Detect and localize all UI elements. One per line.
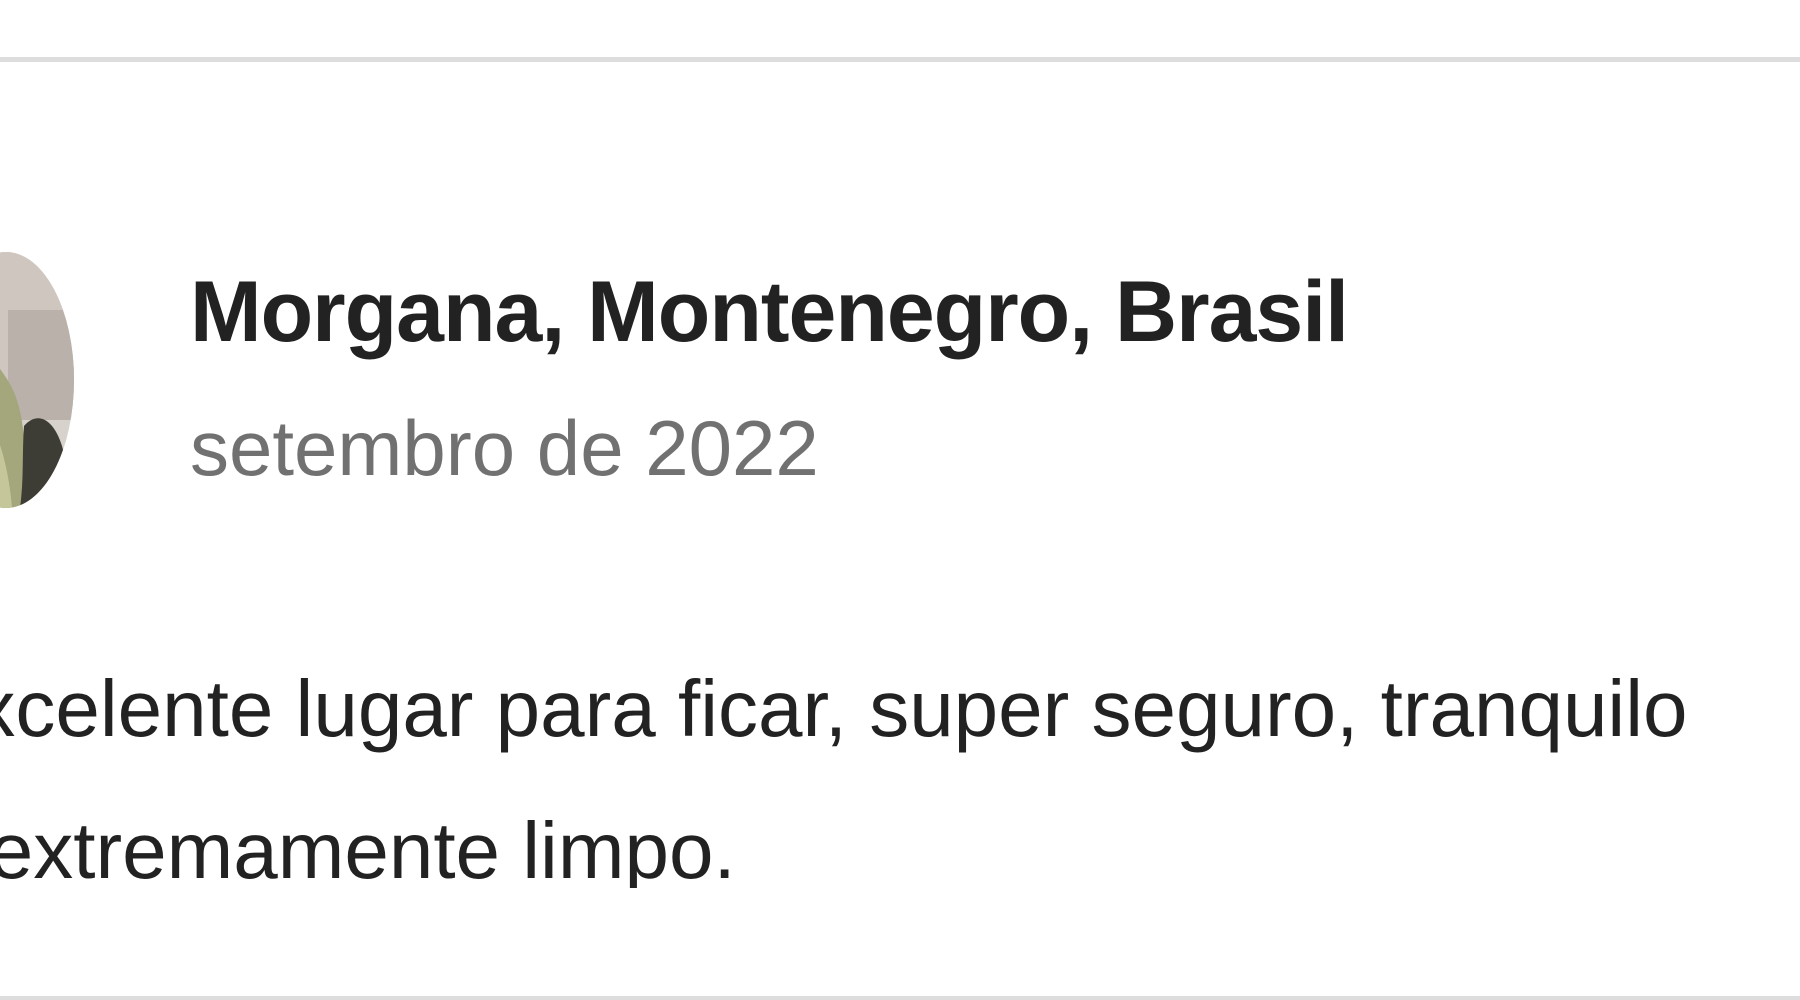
user-photo-avatar-icon xyxy=(0,252,74,508)
reviewer-avatar[interactable] xyxy=(0,252,74,508)
bottom-divider xyxy=(0,996,1800,1000)
review-text: Excelente lugar para ficar, super seguro… xyxy=(0,664,1688,888)
reviewer-name: Morgana, Montenegro, Brasil xyxy=(190,264,1349,360)
review-card: Morgana, Montenegro, Brasil setembro de … xyxy=(0,0,1800,1000)
review-date: setembro de 2022 xyxy=(190,404,819,492)
